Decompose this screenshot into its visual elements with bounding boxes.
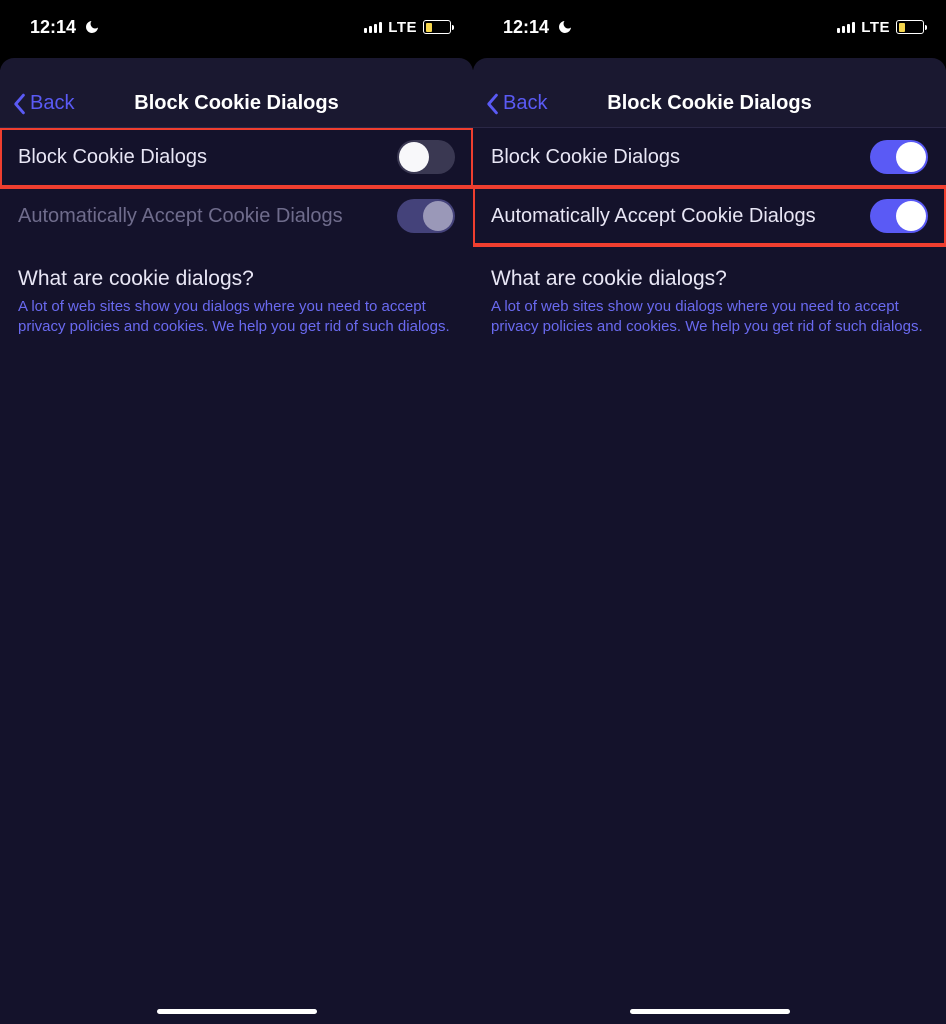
do-not-disturb-moon-icon — [84, 19, 100, 35]
network-type-label: LTE — [388, 19, 417, 36]
navigation-bar: Back Block Cookie Dialogs — [0, 80, 473, 128]
cellular-signal-icon — [364, 21, 382, 33]
back-button[interactable]: Back — [485, 92, 547, 115]
info-description: A lot of web sites show you dialogs wher… — [491, 297, 928, 338]
status-bar: 12:14 LTE — [0, 0, 473, 54]
row-auto-accept-cookie-dialogs: Automatically Accept Cookie Dialogs — [0, 187, 473, 245]
phone-screenshot-right: 12:14 LTE Back Block Cookie Dialogs Blo — [473, 0, 946, 1024]
toggle-auto-accept-cookie-dialogs[interactable] — [870, 199, 928, 233]
home-indicator — [630, 1009, 790, 1014]
cellular-signal-icon — [837, 21, 855, 33]
back-button-label: Back — [30, 92, 74, 115]
row-label: Automatically Accept Cookie Dialogs — [18, 205, 343, 228]
navigation-bar: Back Block Cookie Dialogs — [473, 80, 946, 128]
row-label: Automatically Accept Cookie Dialogs — [491, 205, 816, 228]
battery-icon — [896, 20, 924, 34]
info-block: What are cookie dialogs? A lot of web si… — [473, 245, 946, 338]
phone-screenshot-left: 12:14 LTE Back Block Cookie Dialogs Blo — [0, 0, 473, 1024]
info-heading: What are cookie dialogs? — [491, 267, 928, 291]
status-time: 12:14 — [30, 17, 76, 38]
info-description: A lot of web sites show you dialogs wher… — [18, 297, 455, 338]
row-block-cookie-dialogs: Block Cookie Dialogs — [0, 128, 473, 187]
row-auto-accept-cookie-dialogs: Automatically Accept Cookie Dialogs — [473, 187, 946, 245]
settings-list: Block Cookie Dialogs Automatically Accep… — [0, 128, 473, 245]
toggle-auto-accept-cookie-dialogs — [397, 199, 455, 233]
back-button[interactable]: Back — [12, 92, 74, 115]
network-type-label: LTE — [861, 19, 890, 36]
toggle-block-cookie-dialogs[interactable] — [397, 140, 455, 174]
row-label: Block Cookie Dialogs — [491, 146, 680, 169]
do-not-disturb-moon-icon — [557, 19, 573, 35]
info-heading: What are cookie dialogs? — [18, 267, 455, 291]
chevron-left-icon — [485, 93, 499, 115]
settings-list: Block Cookie Dialogs Automatically Accep… — [473, 128, 946, 245]
status-time: 12:14 — [503, 17, 549, 38]
row-label: Block Cookie Dialogs — [18, 146, 207, 169]
status-bar: 12:14 LTE — [473, 0, 946, 54]
battery-icon — [423, 20, 451, 34]
chevron-left-icon — [12, 93, 26, 115]
toggle-block-cookie-dialogs[interactable] — [870, 140, 928, 174]
home-indicator — [157, 1009, 317, 1014]
back-button-label: Back — [503, 92, 547, 115]
row-block-cookie-dialogs: Block Cookie Dialogs — [473, 128, 946, 187]
info-block: What are cookie dialogs? A lot of web si… — [0, 245, 473, 338]
